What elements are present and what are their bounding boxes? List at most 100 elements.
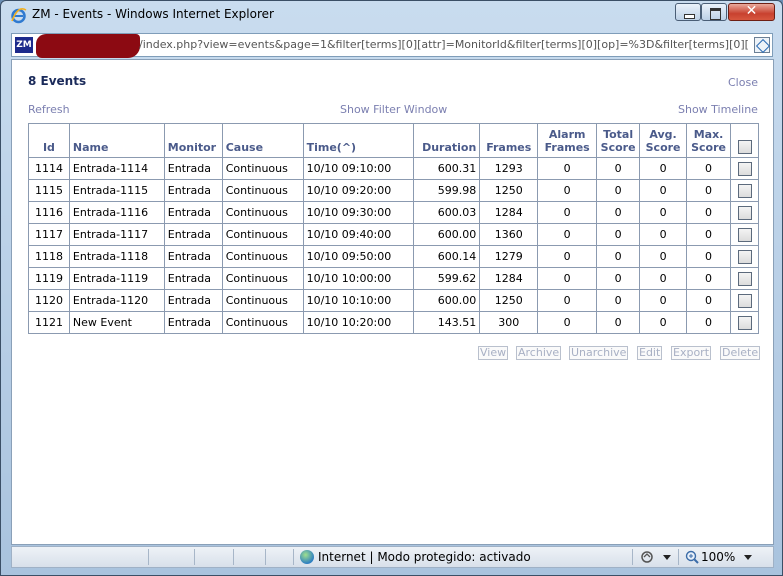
column-header-avg-score[interactable]: Avg. Score [639, 123, 688, 158]
event-max-score[interactable]: 0 [686, 157, 732, 180]
event-id[interactable]: 1121 [28, 311, 70, 334]
event-alarm-frames[interactable]: 0 [537, 289, 598, 312]
event-alarm-frames[interactable]: 0 [537, 223, 598, 246]
event-id[interactable]: 1118 [28, 245, 70, 268]
protected-mode-icon[interactable] [640, 550, 654, 564]
event-id[interactable]: 1116 [28, 201, 70, 224]
event-frames[interactable]: 1284 [479, 267, 539, 290]
chevron-down-icon[interactable] [744, 555, 752, 560]
title-bar[interactable]: ZM - Events - Windows Internet Explorer … [1, 1, 782, 29]
events-table: Id Name Monitor Cause Time(^) Duration F… [28, 123, 759, 334]
event-cause[interactable]: Continuous [221, 311, 304, 334]
event-id[interactable]: 1115 [28, 179, 70, 202]
event-frames[interactable]: 1250 [479, 289, 539, 312]
event-cause[interactable]: Continuous [221, 201, 304, 224]
event-alarm-frames[interactable]: 0 [537, 245, 598, 268]
row-select-checkbox[interactable] [737, 227, 752, 242]
event-id[interactable]: 1119 [28, 267, 70, 290]
column-header-frames[interactable]: Frames [479, 123, 539, 158]
address-bar[interactable]: ZM /index.php?view=events&page=1&filter[… [11, 33, 773, 58]
event-duration: 600.00 [413, 289, 481, 312]
event-name[interactable]: Entrada-1116 [68, 201, 165, 224]
event-time: 10/10 10:00:00 [302, 267, 415, 290]
row-select-checkbox[interactable] [737, 315, 752, 330]
event-name[interactable]: New Event [68, 311, 165, 334]
event-max-score[interactable]: 0 [686, 223, 732, 246]
event-cause[interactable]: Continuous [221, 179, 304, 202]
chevron-down-icon[interactable] [663, 555, 671, 560]
table-row: 1118 Entrada-1118 Entrada Continuous 10/10 0… [28, 245, 759, 268]
row-select-checkbox[interactable] [737, 249, 752, 264]
view-button[interactable]: View [478, 346, 509, 360]
event-frames[interactable]: 1279 [479, 245, 539, 268]
event-name[interactable]: Entrada-1115 [68, 179, 165, 202]
event-max-score[interactable]: 0 [686, 267, 732, 290]
close-link[interactable]: Close [728, 76, 758, 89]
event-max-score[interactable]: 0 [686, 201, 732, 224]
event-cause[interactable]: Continuous [221, 245, 304, 268]
event-name[interactable]: Entrada-1118 [68, 245, 165, 268]
row-select-checkbox[interactable] [737, 205, 752, 220]
event-frames[interactable]: 1293 [479, 157, 539, 180]
event-name[interactable]: Entrada-1117 [68, 223, 165, 246]
column-header-max-score[interactable]: Max. Score [686, 123, 732, 158]
event-alarm-frames[interactable]: 0 [537, 267, 598, 290]
url-text[interactable]: /index.php?view=events&page=1&filter[ter… [139, 38, 749, 51]
event-id[interactable]: 1114 [28, 157, 70, 180]
unarchive-button[interactable]: Unarchive [569, 346, 629, 360]
archive-button[interactable]: Archive [516, 346, 562, 360]
column-header-cause[interactable]: Cause [221, 123, 304, 158]
event-name[interactable]: Entrada-1114 [68, 157, 165, 180]
show-filter-window-link[interactable]: Show Filter Window [340, 103, 447, 116]
event-id[interactable]: 1120 [28, 289, 70, 312]
event-max-score[interactable]: 0 [686, 289, 732, 312]
event-total-score: 0 [596, 201, 641, 224]
delete-button[interactable]: Delete [720, 346, 761, 360]
row-select-checkbox[interactable] [737, 161, 752, 176]
event-avg-score: 0 [639, 223, 688, 246]
event-cause[interactable]: Continuous [221, 157, 304, 180]
column-header-monitor[interactable]: Monitor [163, 123, 223, 158]
zoom-level[interactable]: 100% [701, 550, 735, 564]
event-frames[interactable]: 1360 [479, 223, 539, 246]
event-cause[interactable]: Continuous [221, 223, 304, 246]
event-alarm-frames[interactable]: 0 [537, 179, 598, 202]
column-header-alarm-frames[interactable]: Alarm Frames [537, 123, 598, 158]
maximize-button[interactable] [701, 3, 727, 21]
table-row: 1116 Entrada-1116 Entrada Continuous 10/10 0… [28, 201, 759, 224]
refresh-link[interactable]: Refresh [28, 103, 70, 116]
event-max-score[interactable]: 0 [686, 311, 732, 334]
event-frames[interactable]: 1284 [479, 201, 539, 224]
row-select-checkbox[interactable] [737, 293, 752, 308]
event-avg-score: 0 [639, 267, 688, 290]
compatibility-view-icon[interactable] [754, 37, 770, 53]
event-frames[interactable]: 1250 [479, 179, 539, 202]
event-duration: 600.00 [413, 223, 481, 246]
event-cause[interactable]: Continuous [221, 289, 304, 312]
event-name[interactable]: Entrada-1119 [68, 267, 165, 290]
row-select-checkbox[interactable] [737, 271, 752, 286]
event-max-score[interactable]: 0 [686, 179, 732, 202]
event-frames[interactable]: 300 [479, 311, 539, 334]
column-header-id[interactable]: Id [28, 123, 70, 158]
row-select-checkbox[interactable] [737, 183, 752, 198]
table-row: 1117 Entrada-1117 Entrada Continuous 10/10 0… [28, 223, 759, 246]
close-window-button[interactable]: ✕ [728, 3, 775, 21]
event-alarm-frames[interactable]: 0 [537, 311, 598, 334]
event-alarm-frames[interactable]: 0 [537, 157, 598, 180]
column-header-duration[interactable]: Duration [413, 123, 481, 158]
minimize-button[interactable] [675, 3, 701, 21]
zoom-icon[interactable] [685, 550, 699, 564]
event-max-score[interactable]: 0 [686, 245, 732, 268]
column-header-time[interactable]: Time(^) [302, 123, 415, 158]
event-cause[interactable]: Continuous [221, 267, 304, 290]
export-button[interactable]: Export [671, 346, 712, 360]
event-name[interactable]: Entrada-1120 [68, 289, 165, 312]
select-all-checkbox[interactable] [737, 140, 752, 154]
show-timeline-link[interactable]: Show Timeline [678, 103, 758, 116]
event-alarm-frames[interactable]: 0 [537, 201, 598, 224]
column-header-name[interactable]: Name [68, 123, 165, 158]
column-header-total-score[interactable]: Total Score [596, 123, 641, 158]
edit-button[interactable]: Edit [637, 346, 663, 360]
event-id[interactable]: 1117 [28, 223, 70, 246]
